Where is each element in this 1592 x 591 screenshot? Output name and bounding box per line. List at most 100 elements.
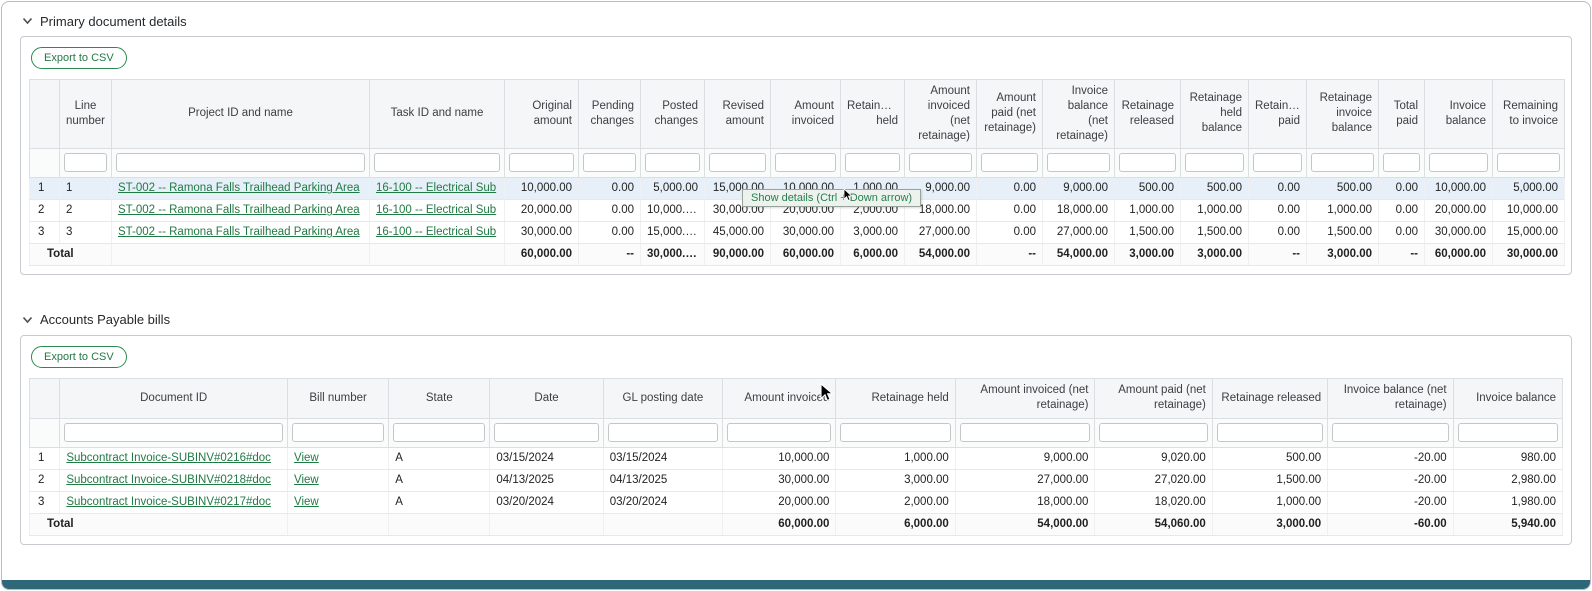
filter-input-retainage-invoice-balance[interactable]	[1311, 153, 1374, 172]
table-row[interactable]: 2Subcontract Invoice-SUBINV#0218#docView…	[30, 469, 1563, 491]
column-header-revised-amount[interactable]: Revised amount	[705, 80, 771, 149]
filter-input-invoice-balance-net[interactable]	[1332, 423, 1448, 442]
column-header-retainage-paid[interactable]: Retainage paid	[1249, 80, 1307, 149]
filter-input-total-paid[interactable]	[1383, 153, 1420, 172]
section-header-accounts-payable-bills[interactable]: Accounts Payable bills	[20, 305, 1572, 335]
column-header-amount-paid-net[interactable]: Amount paid (net retainage)	[977, 80, 1043, 149]
column-header-amount-invoiced[interactable]: Amount invoiced	[771, 80, 841, 149]
table-row[interactable]: 1 Subcontract Invoice-SUBINV#0216#doc View…	[30, 447, 1563, 469]
column-header-date[interactable]: Date	[490, 378, 603, 418]
primary-document-panel: Export to CSV Line numberProject ID and …	[20, 36, 1572, 275]
cell-original-amount: 10,000.00	[505, 177, 579, 199]
filter-input-gl-posting-date[interactable]	[608, 423, 718, 442]
column-header-bill-number[interactable]: Bill number	[288, 378, 389, 418]
column-header-invoice-balance-net[interactable]: Invoice balance (net retainage)	[1043, 80, 1115, 149]
filter-input-retainage-paid[interactable]	[1253, 153, 1302, 172]
filter-input-revised-amount[interactable]	[709, 153, 766, 172]
column-header-retainage-released[interactable]: Retainage released	[1115, 80, 1181, 149]
filter-input-retainage-released[interactable]	[1217, 423, 1323, 442]
column-header-invoice-balance-net[interactable]: Invoice balance (net retainage)	[1328, 378, 1453, 418]
bill-number-link[interactable]: View	[294, 496, 319, 508]
column-header-gl-posting-date[interactable]: GL posting date	[603, 378, 722, 418]
filter-input-retainage-held[interactable]	[840, 423, 950, 442]
filter-input-bill-number[interactable]	[292, 423, 384, 442]
filter-input-retainage-held[interactable]	[845, 153, 900, 172]
filter-input-amount-invoiced-net[interactable]	[960, 423, 1091, 442]
project-id-link[interactable]: ST-002 -- Ramona Falls Trailhead Parking…	[118, 204, 360, 216]
column-header-remaining-to-invoice[interactable]: Remaining to invoice	[1493, 80, 1565, 149]
column-header-retainage-released[interactable]: Retainage released	[1212, 378, 1327, 418]
cell-invoice-balance-net: 18,000.00	[1043, 199, 1115, 221]
filter-input-original-amount[interactable]	[509, 153, 574, 172]
total-invoice-balance: 60,000.00	[1425, 243, 1493, 265]
total-amount-paid-net: 54,060.00	[1095, 513, 1212, 535]
filter-input-posted-changes[interactable]	[645, 153, 700, 172]
column-header-retainage-held[interactable]: Retainage held	[841, 80, 905, 149]
column-header-invoice-balance[interactable]: Invoice balance	[1453, 378, 1562, 418]
column-header-amount-invoiced-net[interactable]: Amount invoiced (net retainage)	[955, 378, 1095, 418]
column-header-amount-invoiced-net[interactable]: Amount invoiced (net retainage)	[905, 80, 977, 149]
total-retainage-released: 3,000.00	[1115, 243, 1181, 265]
filter-input-invoice-balance-net[interactable]	[1047, 153, 1110, 172]
column-header-invoice-balance[interactable]: Invoice balance	[1425, 80, 1493, 149]
cell-posted-changes: 5,000.00	[641, 177, 705, 199]
total-gl-posting-date	[603, 513, 722, 535]
column-header-state[interactable]: State	[389, 378, 490, 418]
cell-pending-changes: 0.00	[579, 221, 641, 243]
column-header-task-id[interactable]: Task ID and name	[370, 80, 505, 149]
section-header-primary-document-details[interactable]: Primary document details	[20, 6, 1572, 36]
document-id-link[interactable]: Subcontract Invoice-SUBINV#0216#doc	[66, 452, 271, 464]
filter-input-invoice-balance[interactable]	[1458, 423, 1558, 442]
column-header-amount-invoiced[interactable]: Amount invoiced	[723, 378, 836, 418]
total-invoice-balance: 5,940.00	[1453, 513, 1562, 535]
column-header-total-paid[interactable]: Total paid	[1379, 80, 1425, 149]
cell-amount-invoiced-net: 27,000.00	[955, 469, 1095, 491]
column-header-retainage-invoice-balance[interactable]: Retainage invoice balance	[1307, 80, 1379, 149]
column-header-pending-changes[interactable]: Pending changes	[579, 80, 641, 149]
task-id-link[interactable]: 16-100 -- Electrical Sub	[376, 182, 496, 194]
cell-invoice-balance-net: -20.00	[1328, 491, 1453, 513]
column-header-posted-changes[interactable]: Posted changes	[641, 80, 705, 149]
filter-input-state[interactable]	[393, 423, 485, 442]
filter-input-retainage-released[interactable]	[1119, 153, 1176, 172]
project-id-link[interactable]: ST-002 -- Ramona Falls Trailhead Parking…	[118, 226, 360, 238]
export-csv-button[interactable]: Export to CSV	[31, 47, 127, 69]
column-header-retainage-held[interactable]: Retainage held	[836, 378, 955, 418]
project-id-link[interactable]: ST-002 -- Ramona Falls Trailhead Parking…	[118, 182, 360, 194]
filter-input-document-id[interactable]	[64, 423, 283, 442]
filter-input-retainage-held-balance[interactable]	[1185, 153, 1244, 172]
filter-input-pending-changes[interactable]	[583, 153, 636, 172]
filter-input-line-number[interactable]	[64, 153, 107, 172]
table-row[interactable]: 3Subcontract Invoice-SUBINV#0217#docView…	[30, 491, 1563, 513]
column-header-retainage-held-balance[interactable]: Retainage held balance	[1181, 80, 1249, 149]
column-header-amount-paid-net[interactable]: Amount paid (net retainage)	[1095, 378, 1212, 418]
filter-input-task-id[interactable]	[374, 153, 500, 172]
primary-document-grid: Line numberProject ID and nameTask ID an…	[29, 79, 1565, 266]
filter-input-invoice-balance[interactable]	[1429, 153, 1488, 172]
filter-input-remaining-to-invoice[interactable]	[1497, 153, 1560, 172]
total-task-id	[370, 243, 505, 265]
column-header-original-amount[interactable]: Original amount	[505, 80, 579, 149]
task-id-link[interactable]: 16-100 -- Electrical Sub	[376, 226, 496, 238]
cell-retainage-paid: 0.00	[1249, 221, 1307, 243]
filter-input-amount-invoiced[interactable]	[775, 153, 836, 172]
filter-input-amount-invoiced-net[interactable]	[909, 153, 972, 172]
bill-number-link[interactable]: View	[294, 474, 319, 486]
document-id-link[interactable]: Subcontract Invoice-SUBINV#0218#doc	[66, 474, 271, 486]
filter-input-amount-invoiced[interactable]	[727, 423, 831, 442]
column-header-project-id[interactable]: Project ID and name	[112, 80, 370, 149]
column-header-document-id[interactable]: Document ID	[60, 378, 288, 418]
task-id-link[interactable]: 16-100 -- Electrical Sub	[376, 204, 496, 216]
bill-number-link[interactable]: View	[294, 452, 319, 464]
filter-input-amount-paid-net[interactable]	[981, 153, 1038, 172]
column-header-line-number[interactable]: Line number	[60, 80, 112, 149]
cell-retainage-paid: 0.00	[1249, 199, 1307, 221]
table-row[interactable]: 33ST-002 -- Ramona Falls Trailhead Parki…	[30, 221, 1565, 243]
row-number: 1	[30, 447, 60, 469]
document-id-link[interactable]: Subcontract Invoice-SUBINV#0217#doc	[66, 496, 271, 508]
export-csv-button[interactable]: Export to CSV	[31, 346, 127, 368]
filter-input-date[interactable]	[494, 423, 598, 442]
filter-input-amount-paid-net[interactable]	[1099, 423, 1207, 442]
cell-invoice-balance-net: 27,000.00	[1043, 221, 1115, 243]
filter-input-project-id[interactable]	[116, 153, 365, 172]
